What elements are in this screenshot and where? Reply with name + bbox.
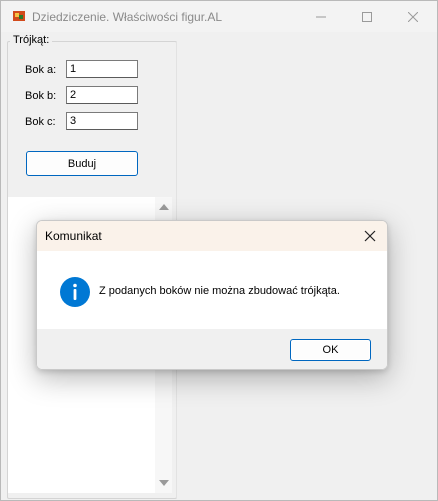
title-bar[interactable]: Dziedziczenie. Właściwości figur.AL bbox=[1, 1, 437, 32]
groupbox-label: Trójkąt: bbox=[10, 34, 53, 46]
dialog-body: Z podanych boków nie można zbudować trój… bbox=[37, 251, 387, 329]
close-button[interactable] bbox=[390, 1, 436, 32]
window-title: Dziedziczenie. Właściwości figur.AL bbox=[32, 10, 223, 24]
ok-button[interactable]: OK bbox=[290, 339, 371, 361]
minimize-icon bbox=[316, 16, 326, 17]
dialog-footer: OK bbox=[37, 329, 387, 369]
dialog-message: Z podanych boków nie można zbudować trój… bbox=[99, 285, 340, 297]
side-a-input[interactable]: 1 bbox=[66, 60, 138, 78]
dialog-close-button[interactable] bbox=[359, 226, 381, 246]
maximize-button[interactable] bbox=[344, 1, 390, 32]
scroll-down-icon[interactable] bbox=[159, 480, 169, 486]
info-icon bbox=[60, 277, 90, 307]
dialog-title: Komunikat bbox=[45, 229, 102, 243]
minimize-button[interactable] bbox=[298, 1, 344, 32]
side-c-label: Bok c: bbox=[25, 116, 56, 128]
side-a-label: Bok a: bbox=[25, 64, 57, 76]
message-dialog: Komunikat Z podanych boków nie można zbu… bbox=[36, 220, 388, 370]
close-icon bbox=[364, 230, 376, 242]
side-b-label: Bok b: bbox=[25, 90, 57, 102]
side-b-input[interactable]: 2 bbox=[66, 86, 138, 104]
close-icon bbox=[408, 11, 418, 22]
scroll-up-icon[interactable] bbox=[159, 204, 169, 210]
maximize-icon bbox=[362, 11, 372, 22]
side-c-input[interactable]: 3 bbox=[66, 112, 138, 130]
dialog-title-bar[interactable]: Komunikat bbox=[37, 221, 387, 251]
build-button[interactable]: Buduj bbox=[26, 151, 138, 176]
app-icon bbox=[13, 11, 25, 21]
